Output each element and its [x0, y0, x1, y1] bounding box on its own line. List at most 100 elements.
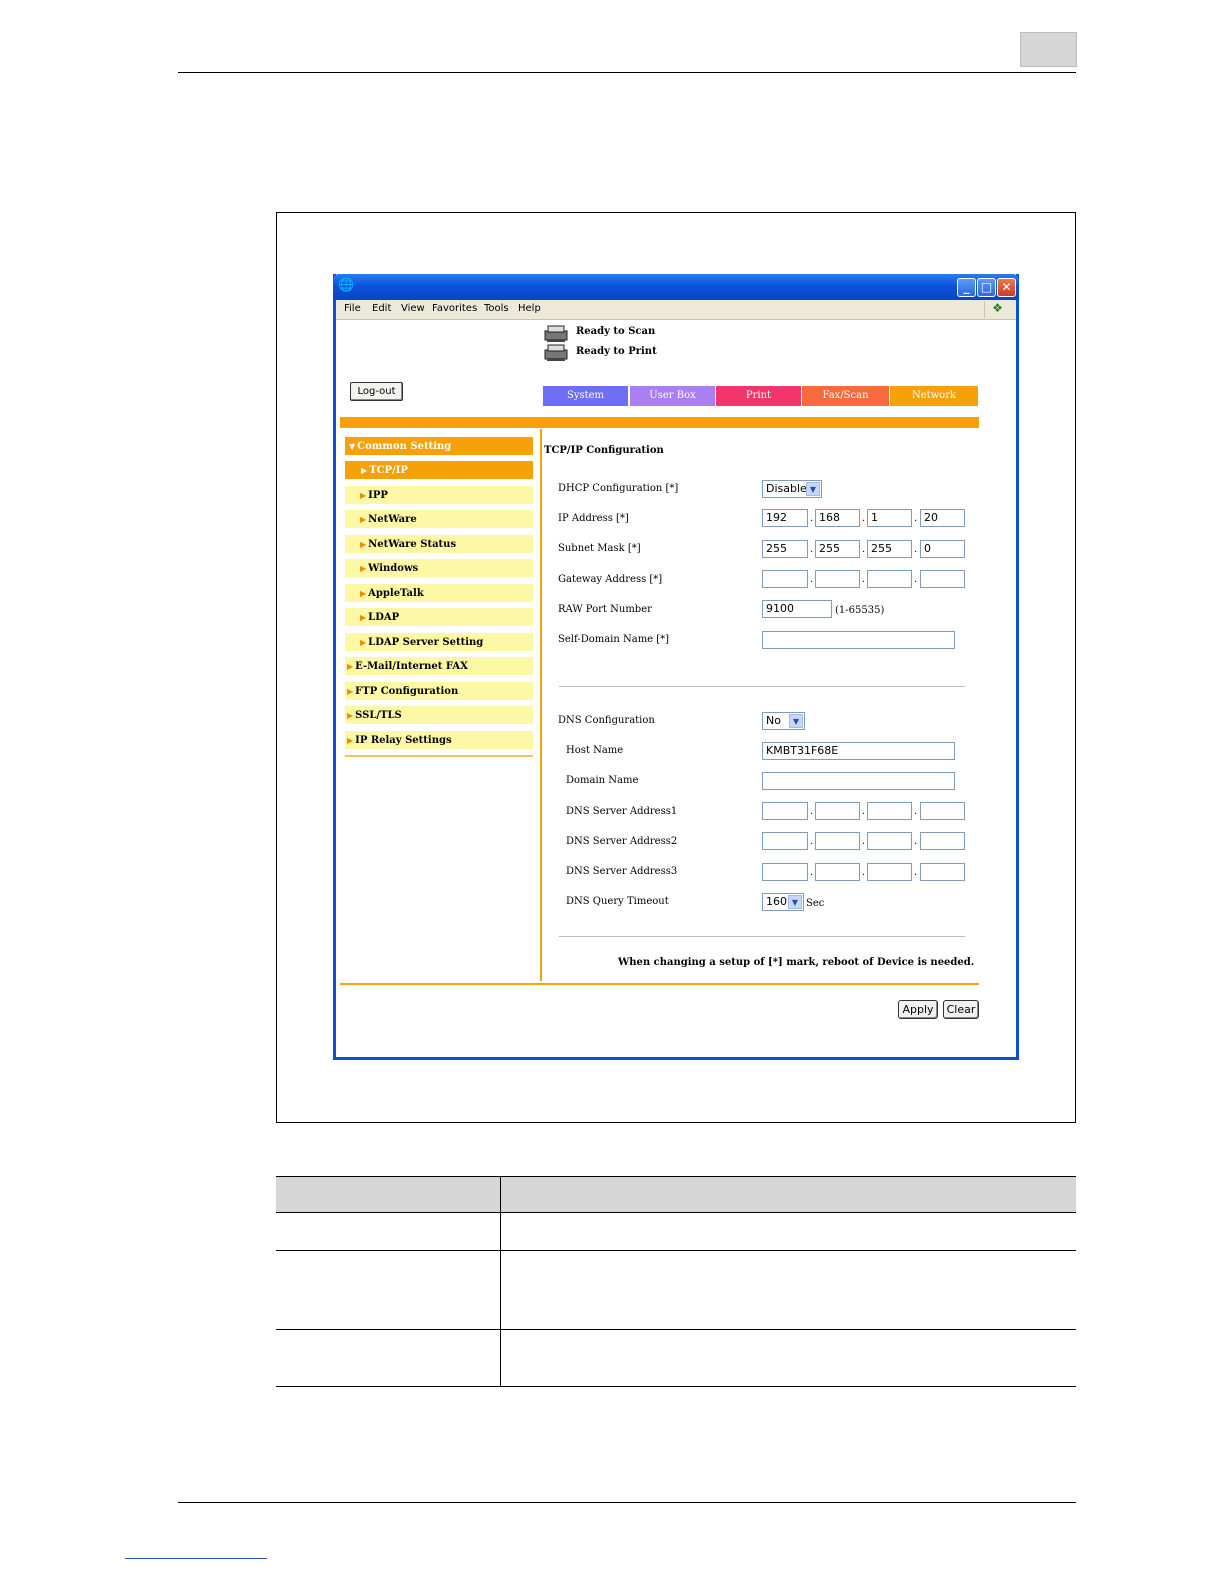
- ip-address-octet-2[interactable]: 168: [815, 509, 860, 527]
- sidebar-item-netware-status[interactable]: ▶ NetWare Status: [345, 535, 533, 553]
- dns-config-select[interactable]: No ▼: [762, 712, 805, 730]
- sidebar-item-ip-relay-settings[interactable]: ▶ IP Relay Settings: [345, 731, 533, 749]
- clear-button[interactable]: Clear: [943, 1000, 979, 1019]
- header-rule: [178, 72, 1076, 73]
- maximize-button[interactable]: □: [977, 278, 996, 297]
- logout-button[interactable]: Log-out: [350, 382, 403, 401]
- menu-help[interactable]: Help: [518, 303, 541, 314]
- subnet-mask-octet-1[interactable]: 255: [762, 540, 808, 558]
- subnet-mask-octet-3[interactable]: 255: [867, 540, 912, 558]
- triangle-right-icon: ▶: [360, 490, 367, 500]
- menu-view[interactable]: View: [401, 303, 425, 314]
- browser-app-icon: 🌐: [338, 278, 355, 293]
- raw-port-label: RAW Port Number: [558, 604, 652, 615]
- reboot-note: When changing a setup of [*] mark, reboo…: [618, 957, 975, 968]
- octet-separator: .: [914, 544, 918, 555]
- chevron-down-icon: ▼: [806, 482, 820, 496]
- dhcp-select[interactable]: Disable ▼: [762, 480, 822, 498]
- octet-separator: .: [914, 836, 918, 847]
- octet-separator: .: [914, 867, 918, 878]
- page-tab-marker: [1020, 32, 1077, 67]
- dns-server-1-octet-4[interactable]: [920, 802, 965, 820]
- subnet-mask-octet-2[interactable]: 255: [815, 540, 860, 558]
- tab-network[interactable]: Network: [890, 386, 978, 406]
- dns-server-3-octet-4[interactable]: [920, 863, 965, 881]
- triangle-right-icon: ▶: [347, 661, 354, 671]
- windows-logo-icon: ❖: [984, 301, 1010, 318]
- dns-server-1-octet-2[interactable]: [815, 802, 860, 820]
- dns-config-select-value: No: [766, 714, 781, 727]
- dns-server-2-octet-3[interactable]: [867, 832, 912, 850]
- sidebar-item-label: Windows: [368, 563, 419, 574]
- octet-separator: .: [862, 836, 866, 847]
- dns-server-1-octet-3[interactable]: [867, 802, 912, 820]
- dns-timeout-select[interactable]: 160 ▼: [762, 893, 804, 911]
- octet-separator: .: [914, 513, 918, 524]
- sidebar-item-ftp-configuration[interactable]: ▶ FTP Configuration: [345, 682, 533, 700]
- sidebar-item-appletalk[interactable]: ▶ AppleTalk: [345, 584, 533, 602]
- sidebar-item-label: LDAP: [368, 612, 400, 623]
- dns-config-label: DNS Configuration: [558, 715, 655, 726]
- sidebar-item-ipp[interactable]: ▶ IPP: [345, 486, 533, 504]
- dns-server-3-octet-3[interactable]: [867, 863, 912, 881]
- octet-separator: .: [862, 806, 866, 817]
- domain-name-input[interactable]: [762, 772, 955, 790]
- gateway-octet-3[interactable]: [867, 570, 912, 588]
- ip-address-octet-1[interactable]: 192: [762, 509, 808, 527]
- gateway-octet-4[interactable]: [920, 570, 965, 588]
- table-row-divider: [276, 1329, 1076, 1330]
- dns-server-3-octet-2[interactable]: [815, 863, 860, 881]
- gateway-address-label: Gateway Address [*]: [558, 574, 663, 585]
- octet-separator: .: [862, 513, 866, 524]
- triangle-right-icon: ▶: [347, 710, 354, 720]
- host-name-input[interactable]: KMBT31F68E: [762, 742, 955, 760]
- chevron-down-icon: ▼: [789, 714, 803, 728]
- page-title: TCP/IP Configuration: [544, 445, 664, 456]
- minimize-button[interactable]: _: [957, 278, 976, 297]
- table-column-divider: [500, 1176, 501, 1387]
- octet-separator: .: [810, 513, 814, 524]
- tab-user-box[interactable]: User Box: [630, 386, 715, 406]
- sidebar-item-email-internet-fax[interactable]: ▶ E-Mail/Internet FAX: [345, 657, 533, 675]
- dns-server-2-octet-2[interactable]: [815, 832, 860, 850]
- menu-file[interactable]: File: [344, 303, 361, 314]
- apply-button[interactable]: Apply: [898, 1000, 938, 1019]
- triangle-right-icon: ▶: [360, 637, 367, 647]
- content-divider: [540, 429, 542, 981]
- tab-print[interactable]: Print: [716, 386, 801, 406]
- sidebar-item-netware[interactable]: ▶ NetWare: [345, 510, 533, 528]
- tab-fax-scan[interactable]: Fax/Scan: [802, 386, 889, 406]
- close-button[interactable]: ✕: [997, 278, 1016, 297]
- subnet-mask-label: Subnet Mask [*]: [558, 543, 641, 554]
- gateway-octet-2[interactable]: [815, 570, 860, 588]
- menu-edit[interactable]: Edit: [372, 303, 391, 314]
- ip-address-octet-3[interactable]: 1: [867, 509, 912, 527]
- tab-system[interactable]: System: [543, 386, 628, 406]
- sidebar-item-windows[interactable]: ▶ Windows: [345, 559, 533, 577]
- dns-server-2-octet-1[interactable]: [762, 832, 808, 850]
- octet-separator: .: [914, 574, 918, 585]
- sidebar-item-common-setting[interactable]: ▼ Common Setting: [345, 437, 533, 455]
- table-bottom-rule: [276, 1386, 1076, 1387]
- sidebar-item-ldap[interactable]: ▶ LDAP: [345, 608, 533, 626]
- dns-server-2-octet-4[interactable]: [920, 832, 965, 850]
- domain-name-label: Domain Name: [566, 775, 639, 786]
- raw-port-input[interactable]: 9100: [762, 600, 832, 618]
- gateway-octet-1[interactable]: [762, 570, 808, 588]
- triangle-down-icon: ▼: [349, 441, 356, 451]
- dns-timeout-unit: Sec: [806, 898, 825, 909]
- table-header: [276, 1176, 1076, 1213]
- ip-address-octet-4[interactable]: 20: [920, 509, 965, 527]
- dns-server-3-octet-1[interactable]: [762, 863, 808, 881]
- sidebar-item-ldap-server-setting[interactable]: ▶ LDAP Server Setting: [345, 633, 533, 651]
- menu-tools[interactable]: Tools: [484, 303, 509, 314]
- printer-icon: [544, 344, 568, 361]
- octet-separator: .: [810, 544, 814, 555]
- dns-server-1-octet-1[interactable]: [762, 802, 808, 820]
- menu-favorites[interactable]: Favorites: [432, 303, 477, 314]
- sidebar-item-tcp-ip[interactable]: ▶ TCP/IP: [345, 461, 533, 479]
- section-divider: [559, 686, 965, 687]
- self-domain-input[interactable]: [762, 631, 955, 649]
- sidebar-item-ssl-tls[interactable]: ▶ SSL/TLS: [345, 706, 533, 724]
- subnet-mask-octet-4[interactable]: 0: [920, 540, 965, 558]
